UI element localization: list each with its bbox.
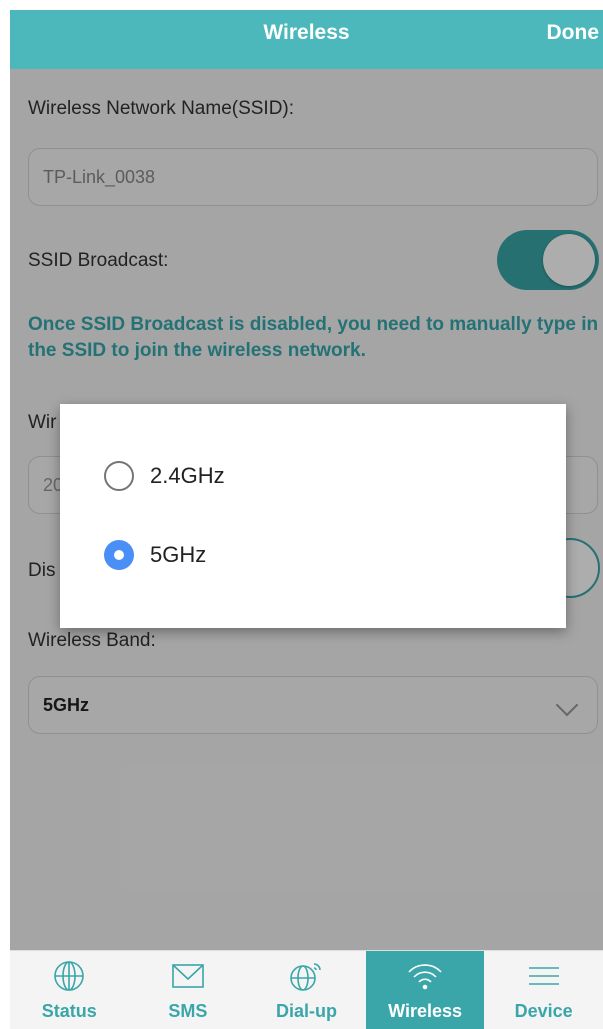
- page-title: Wireless: [263, 21, 350, 44]
- bottom-tab-bar: Status SMS Dial-up Wireless Device: [10, 950, 603, 1029]
- band-picker-dialog: 2.4GHz 5GHz: [60, 404, 566, 628]
- wifi-icon: [405, 959, 445, 998]
- globe-signal-icon: [288, 959, 324, 998]
- menu-icon: [526, 959, 562, 998]
- tab-device[interactable]: Device: [484, 951, 603, 1029]
- envelope-icon: [170, 959, 206, 998]
- tab-label: Status: [41, 1001, 97, 1021]
- tab-sms[interactable]: SMS: [129, 951, 248, 1029]
- option-2-4ghz[interactable]: 2.4GHz: [104, 459, 225, 493]
- done-button[interactable]: Done: [547, 10, 600, 55]
- tab-dial-up[interactable]: Dial-up: [247, 951, 366, 1029]
- radio-selected-icon[interactable]: [104, 540, 134, 570]
- option-label: 5GHz: [150, 542, 207, 567]
- header-bar: Wireless Done: [10, 10, 603, 69]
- tab-label: Dial-up: [275, 1001, 337, 1021]
- tab-label: Wireless: [388, 1001, 463, 1021]
- option-5ghz[interactable]: 5GHz: [104, 538, 206, 572]
- radio-unselected-icon[interactable]: [104, 461, 134, 491]
- tab-label: Device: [514, 1001, 573, 1021]
- tab-wireless[interactable]: Wireless: [365, 951, 485, 1029]
- globe-icon: [52, 959, 86, 998]
- tab-status[interactable]: Status: [10, 951, 129, 1029]
- tab-label: SMS: [168, 1001, 208, 1021]
- option-label: 2.4GHz: [150, 463, 225, 488]
